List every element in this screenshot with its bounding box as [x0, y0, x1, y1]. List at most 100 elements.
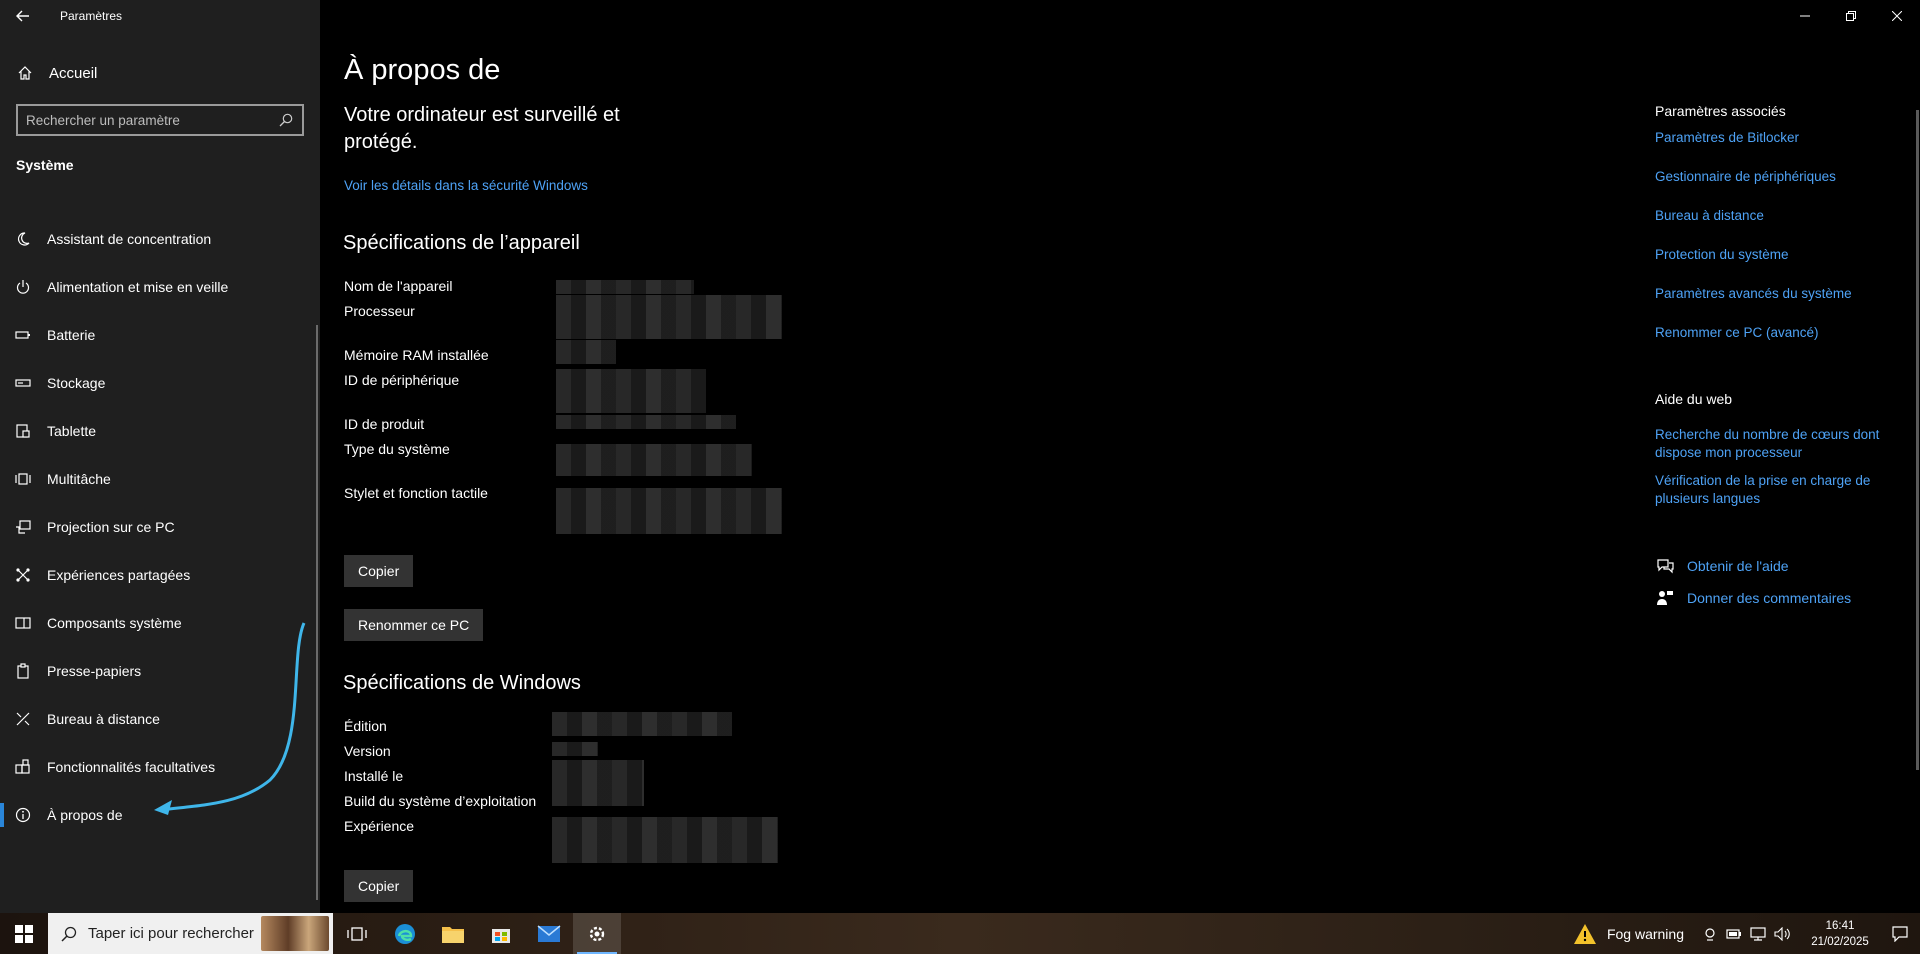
taskbar-search-placeholder: Taper ici pour rechercher: [88, 925, 254, 942]
device-specs-heading: Spécifications de l’appareil: [343, 232, 580, 254]
home-label: Accueil: [49, 64, 98, 82]
webcam-icon: [1705, 927, 1715, 941]
sidebar-item-storage[interactable]: Stockage: [0, 359, 318, 407]
back-arrow-icon: [16, 10, 29, 22]
network-button[interactable]: [1746, 913, 1770, 954]
store-button[interactable]: [477, 913, 525, 954]
moon-icon: [14, 230, 32, 248]
edge-button[interactable]: [381, 913, 429, 954]
spec-label: Édition: [344, 718, 387, 734]
redacted-value: [556, 295, 782, 339]
file-explorer-button[interactable]: [429, 913, 477, 954]
cpu-cores-help-link[interactable]: Recherche du nombre de cœurs dont dispos…: [1655, 426, 1895, 462]
sidebar-item-optional-features[interactable]: Fonctionnalités facultatives: [0, 743, 318, 791]
features-icon: [14, 758, 32, 776]
copy-device-specs-button[interactable]: Copier: [344, 555, 414, 587]
volume-button[interactable]: [1770, 913, 1794, 954]
copy-windows-specs-button[interactable]: Copier: [344, 870, 414, 902]
bitlocker-settings-link[interactable]: Paramètres de Bitlocker: [1655, 129, 1895, 147]
search-icon[interactable]: [278, 112, 294, 128]
sidebar-scrollbar[interactable]: [316, 325, 318, 900]
sidebar-item-battery[interactable]: Batterie: [0, 311, 318, 359]
redacted-value: [556, 340, 616, 364]
sidebar-item-multitasking[interactable]: Multitâche: [0, 455, 318, 503]
spec-label: Installé le: [344, 768, 404, 784]
help-chat-icon: [1655, 556, 1675, 576]
system-protection-link[interactable]: Protection du système: [1655, 246, 1895, 264]
sidebar-nav: Assistant de concentration Alimentation …: [0, 215, 318, 839]
settings-taskbar-button[interactable]: [573, 913, 621, 954]
clock[interactable]: 16:41 21/02/2025: [1800, 918, 1880, 950]
window-controls: [1782, 0, 1920, 32]
multi-language-help-link[interactable]: Vérification de la prise en charge de pl…: [1655, 472, 1895, 508]
sidebar-item-projection[interactable]: Projection sur ce PC: [0, 503, 318, 551]
sidebar-item-label: Assistant de concentration: [47, 231, 212, 247]
taskbar-search-box[interactable]: Taper ici pour rechercher: [48, 913, 333, 954]
notifications-button[interactable]: [1880, 913, 1920, 954]
settings-search-box[interactable]: [16, 104, 304, 136]
mail-button[interactable]: [525, 913, 573, 954]
section-title: Système: [16, 157, 74, 173]
sidebar-item-label: Batterie: [47, 327, 96, 343]
battery-status-button[interactable]: [1722, 913, 1746, 954]
sidebar-item-power[interactable]: Alimentation et mise en veille: [0, 263, 318, 311]
warning-icon: [1573, 923, 1596, 944]
sidebar-item-label: Fonctionnalités facultatives: [47, 759, 216, 775]
weather-label: Fog warning: [1606, 925, 1684, 942]
advanced-system-settings-link[interactable]: Paramètres avancés du système: [1655, 285, 1895, 303]
get-help-link[interactable]: Obtenir de l'aide: [1655, 556, 1789, 576]
battery-icon: [1726, 928, 1741, 939]
tablet-icon: [14, 422, 32, 440]
remote-desktop-link[interactable]: Bureau à distance: [1655, 207, 1895, 225]
redacted-value: [552, 760, 644, 806]
sidebar-item-label: À propos de: [47, 807, 123, 823]
sidebar-item-label: Bureau à distance: [47, 711, 160, 727]
search-highlight-image[interactable]: [261, 916, 329, 951]
spec-label: Type du système: [344, 441, 450, 457]
rename-pc-advanced-link[interactable]: Renommer ce PC (avancé): [1655, 324, 1895, 342]
sidebar: Paramètres Accueil Système Assistant de …: [0, 0, 320, 913]
start-button[interactable]: [0, 913, 48, 954]
back-button[interactable]: [0, 0, 46, 32]
task-view-button[interactable]: [333, 913, 381, 954]
give-feedback-link[interactable]: Donner des commentaires: [1655, 588, 1851, 608]
store-icon: [492, 928, 510, 943]
sidebar-item-label: Tablette: [47, 423, 97, 439]
speaker-icon: [1774, 926, 1790, 941]
sidebar-item-tablet[interactable]: Tablette: [0, 407, 318, 455]
minimize-button[interactable]: [1782, 0, 1828, 32]
sidebar-item-label: Presse-papiers: [47, 663, 142, 679]
main-scrollbar[interactable]: [1916, 110, 1919, 770]
sidebar-item-focus-assist[interactable]: Assistant de concentration: [0, 215, 318, 263]
rename-pc-button[interactable]: Renommer ce PC: [344, 609, 484, 641]
device-manager-link[interactable]: Gestionnaire de périphériques: [1655, 168, 1895, 186]
meet-now-button[interactable]: [1698, 913, 1722, 954]
clock-date: 21/02/2025: [1811, 935, 1869, 948]
mail-icon: [537, 924, 561, 942]
home-icon: [16, 64, 34, 82]
web-help-heading: Aide du web: [1655, 391, 1733, 407]
sidebar-item-remote-desktop[interactable]: Bureau à distance: [0, 695, 318, 743]
sidebar-item-clipboard[interactable]: Presse-papiers: [0, 647, 318, 695]
sidebar-item-shared-experiences[interactable]: Expériences partagées: [0, 551, 318, 599]
clipboard-icon: [14, 662, 32, 680]
security-details-link[interactable]: Voir les détails dans la sécurité Window…: [344, 178, 588, 193]
edge-icon: [395, 923, 415, 944]
weather-widget[interactable]: Fog warning: [1573, 923, 1684, 945]
settings-search-input[interactable]: [26, 112, 278, 128]
power-icon: [14, 278, 32, 296]
sidebar-item-system-components[interactable]: Composants système: [0, 599, 318, 647]
shared-icon: [14, 566, 32, 584]
home-nav-item[interactable]: Accueil: [0, 56, 320, 90]
spec-label: Mémoire RAM installée: [344, 347, 489, 363]
spec-label: Build du système d’exploitation: [344, 793, 537, 809]
spec-label: Expérience: [344, 818, 415, 834]
sidebar-item-label: Alimentation et mise en veille: [47, 279, 229, 295]
sidebar-item-about[interactable]: À propos de: [0, 791, 318, 839]
redacted-value: [552, 712, 732, 736]
close-button[interactable]: [1874, 0, 1920, 32]
sidebar-item-label: Projection sur ce PC: [47, 519, 175, 535]
clock-time: 16:41: [1825, 919, 1855, 932]
spec-label: ID de produit: [344, 416, 425, 432]
restore-button[interactable]: [1828, 0, 1874, 32]
